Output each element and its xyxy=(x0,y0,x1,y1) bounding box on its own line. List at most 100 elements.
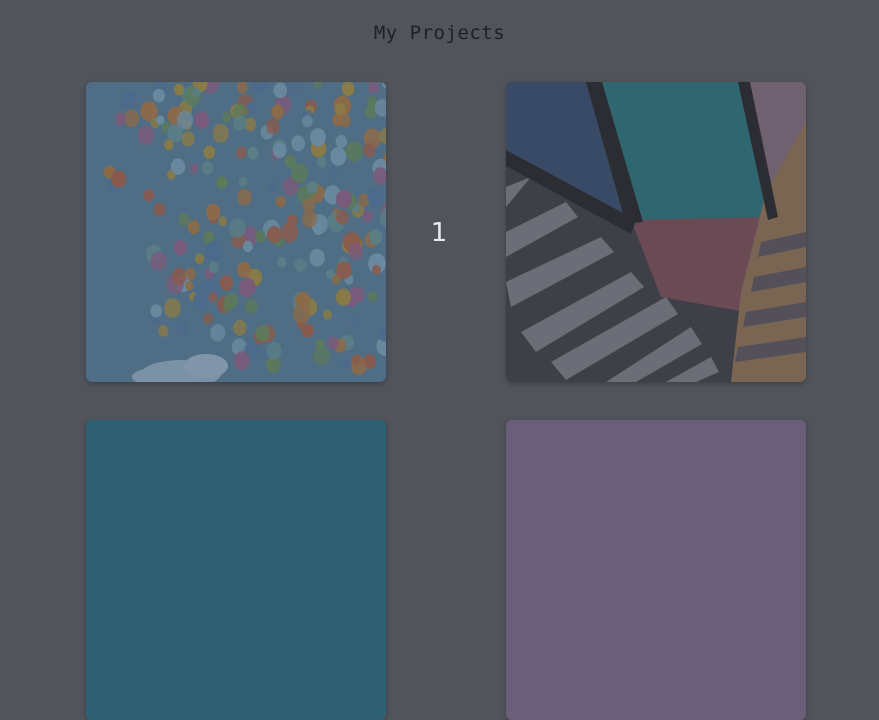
balloon xyxy=(210,324,226,342)
balloon xyxy=(316,156,327,168)
balloon xyxy=(236,146,247,159)
balloon xyxy=(295,291,311,310)
balloon xyxy=(271,104,284,119)
balloon xyxy=(351,316,361,328)
balloon xyxy=(206,203,221,221)
balloon xyxy=(266,341,282,360)
balloon xyxy=(218,216,228,227)
slide-number: 1 xyxy=(430,218,448,248)
balloon xyxy=(111,170,127,188)
balloon xyxy=(268,180,278,191)
balloon xyxy=(229,218,247,239)
project-card-balloons[interactable] xyxy=(86,82,386,382)
balloon xyxy=(255,325,270,342)
card-3-image xyxy=(86,420,386,720)
balloon xyxy=(176,321,189,336)
balloon xyxy=(247,146,259,160)
balloon xyxy=(362,142,376,158)
balloon xyxy=(178,213,190,227)
balloon xyxy=(330,147,347,166)
balloon xyxy=(233,319,247,336)
balloon xyxy=(336,261,352,280)
balloon xyxy=(342,359,352,370)
balloon xyxy=(294,257,307,272)
balloon xyxy=(137,125,155,145)
balloon xyxy=(115,112,127,126)
balloon xyxy=(158,325,169,337)
balloon xyxy=(326,269,335,279)
balloon xyxy=(348,243,364,261)
balloon xyxy=(187,220,200,235)
balloon xyxy=(363,354,377,369)
balloon xyxy=(203,145,216,159)
balloon xyxy=(310,128,326,147)
balloon xyxy=(208,261,219,274)
balloon xyxy=(367,187,384,207)
balloon xyxy=(150,251,167,271)
balloon xyxy=(237,261,251,278)
balloon xyxy=(143,189,155,202)
mural-image xyxy=(506,82,806,382)
balloon xyxy=(335,134,347,149)
balloon xyxy=(194,111,210,129)
balloon xyxy=(335,288,351,306)
balloon xyxy=(306,181,318,194)
balloon xyxy=(265,118,280,135)
balloon xyxy=(201,161,214,175)
balloon xyxy=(277,256,287,268)
balloon xyxy=(372,264,381,275)
balloon xyxy=(150,304,162,318)
project-card-mural[interactable] xyxy=(506,82,806,382)
balloon xyxy=(369,229,383,245)
balloon xyxy=(237,188,252,206)
balloon xyxy=(275,195,286,208)
balloon xyxy=(121,90,137,109)
balloon xyxy=(216,176,228,189)
balloon xyxy=(189,163,198,174)
balloon xyxy=(290,163,309,183)
balloon xyxy=(302,197,316,213)
balloon xyxy=(192,87,201,98)
balloon xyxy=(185,281,194,291)
balloon xyxy=(238,277,256,298)
balloon xyxy=(173,83,184,96)
balloon xyxy=(181,131,195,147)
balloon xyxy=(233,351,250,370)
project-card-3[interactable] xyxy=(86,420,386,720)
balloon xyxy=(173,240,188,256)
balloon xyxy=(212,123,229,143)
balloon xyxy=(273,82,287,99)
balloon xyxy=(247,101,257,113)
balloon xyxy=(192,292,208,310)
balloon xyxy=(266,226,282,244)
balloon xyxy=(184,267,196,281)
balloon xyxy=(242,240,253,253)
balloon xyxy=(351,354,362,366)
balloon xyxy=(170,158,186,175)
page-title: My Projects xyxy=(373,22,506,44)
balloon xyxy=(286,214,298,228)
balloon xyxy=(255,230,266,243)
balloon xyxy=(152,88,165,103)
balloon xyxy=(334,102,346,116)
balloon xyxy=(327,336,339,350)
balloon xyxy=(153,202,166,217)
balloon xyxy=(301,210,317,228)
balloon xyxy=(301,323,314,338)
balloon xyxy=(205,240,224,262)
balloon xyxy=(208,291,218,303)
balloon xyxy=(339,114,351,128)
balloon xyxy=(224,292,239,309)
balloon xyxy=(203,313,213,325)
balloons-image xyxy=(86,82,386,382)
balloon xyxy=(222,111,232,123)
balloon xyxy=(329,168,338,178)
project-card-4[interactable] xyxy=(506,420,806,720)
balloon xyxy=(140,101,158,122)
balloon xyxy=(367,291,378,303)
balloon xyxy=(345,141,363,162)
balloon xyxy=(315,338,325,350)
balloon xyxy=(238,176,248,187)
balloon xyxy=(164,298,181,318)
balloon xyxy=(313,346,330,366)
